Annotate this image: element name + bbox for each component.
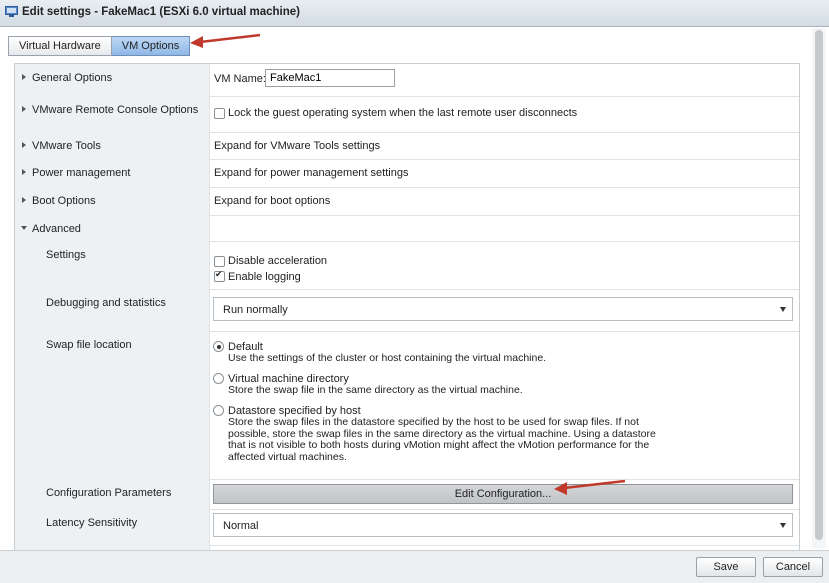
collapse-arrow-icon[interactable] [21, 226, 27, 230]
vm-icon [5, 6, 18, 17]
edit-configuration-button[interactable]: Edit Configuration... [213, 484, 793, 504]
row-configuration-parameters: Configuration Parameters Edit Configurat… [15, 479, 799, 510]
title-bar: Edit settings - FakeMac1 (ESXi 6.0 virtu… [0, 0, 829, 27]
swap-datastore-host-desc-line: affected virtual machines. [228, 450, 347, 463]
general-options-label: General Options [32, 72, 113, 84]
disable-acceleration-checkbox[interactable] [214, 256, 225, 267]
configuration-parameters-label: Configuration Parameters [46, 487, 172, 499]
power-management-label: Power management [32, 167, 131, 179]
enable-logging-checkbox[interactable] [214, 269, 225, 282]
latency-selected-value: Normal [223, 520, 259, 532]
advanced-label: Advanced [32, 223, 81, 235]
row-swap-file-location: Swap file location Default Use the setti… [15, 331, 799, 480]
row-remote-console-options: VMware Remote Console Options Lock the g… [15, 96, 799, 133]
row-latency-sensitivity: Latency Sensitivity Normal [15, 509, 799, 546]
window-title: Edit settings - FakeMac1 (ESXi 6.0 virtu… [22, 6, 301, 18]
vertical-scrollbar[interactable] [812, 28, 826, 548]
remote-console-header[interactable]: VMware Remote Console Options [15, 96, 210, 132]
settings-label: Settings [46, 249, 86, 261]
swap-datastore-host-desc-line: that is not visible to both hosts during… [228, 439, 650, 451]
settings-label-cell: Settings [15, 241, 210, 289]
expand-arrow-icon[interactable] [22, 74, 26, 80]
power-management-header[interactable]: Power management [15, 159, 210, 187]
expand-arrow-icon[interactable] [22, 169, 26, 175]
dialog-footer: Save Cancel [0, 550, 829, 583]
debugging-select[interactable]: Run normally [213, 297, 793, 321]
vm-name-label: VM Name: [214, 73, 266, 85]
dropdown-arrow-icon [780, 307, 786, 312]
enable-logging-label: Enable logging [228, 271, 301, 283]
vm-name-input[interactable] [265, 69, 395, 87]
swap-vm-directory-desc: Store the swap file in the same director… [228, 384, 523, 396]
row-advanced: Advanced [15, 215, 799, 242]
swap-default-radio[interactable] [213, 341, 224, 352]
swap-label-cell: Swap file location [15, 331, 210, 479]
tab-bar: Virtual Hardware VM Options [8, 36, 191, 56]
row-vmware-tools: VMware Tools Expand for VMware Tools set… [15, 132, 799, 160]
boot-options-value: Expand for boot options [214, 195, 331, 207]
remote-console-label: VMware Remote Console Options [32, 104, 199, 116]
config-params-label-cell: Configuration Parameters [15, 479, 210, 509]
expand-arrow-icon[interactable] [22, 197, 26, 203]
swap-default-desc: Use the settings of the cluster or host … [228, 352, 547, 364]
scrollbar-thumb[interactable] [815, 30, 823, 540]
advanced-header[interactable]: Advanced [15, 215, 210, 241]
lock-guest-label: Lock the guest operating system when the… [228, 107, 578, 119]
debugging-label-cell: Debugging and statistics [15, 289, 210, 331]
debugging-label: Debugging and statistics [46, 297, 166, 309]
general-options-header[interactable]: General Options [15, 64, 210, 96]
latency-label-cell: Latency Sensitivity [15, 509, 210, 545]
dropdown-arrow-icon [780, 523, 786, 528]
vmware-tools-value: Expand for VMware Tools settings [214, 140, 381, 152]
row-power-management: Power management Expand for power manage… [15, 159, 799, 188]
row-debugging-statistics: Debugging and statistics Run normally [15, 289, 799, 332]
power-management-value: Expand for power management settings [214, 167, 409, 179]
row-advanced-settings: Settings Disable acceleration Enable log… [15, 241, 799, 290]
annotation-arrow-icon [190, 33, 261, 48]
swap-datastore-host-radio[interactable] [213, 405, 224, 416]
tab-vm-options[interactable]: VM Options [111, 36, 191, 56]
boot-options-header[interactable]: Boot Options [15, 187, 210, 215]
row-general-options: General Options VM Name: [15, 64, 799, 97]
expand-arrow-icon[interactable] [22, 106, 26, 112]
tab-virtual-hardware[interactable]: Virtual Hardware [8, 36, 112, 56]
latency-sensitivity-select[interactable]: Normal [213, 513, 793, 537]
swap-file-location-label: Swap file location [46, 339, 132, 351]
save-button[interactable]: Save [696, 557, 756, 577]
swap-datastore-host-desc-line: Store the swap files in the datastore sp… [228, 416, 639, 428]
disable-acceleration-label: Disable acceleration [228, 255, 328, 267]
annotation-arrow-icon [554, 479, 626, 495]
latency-sensitivity-label: Latency Sensitivity [46, 517, 138, 529]
options-panel: General Options VM Name: VMware Remote C… [14, 63, 800, 551]
row-boot-options: Boot Options Expand for boot options [15, 187, 799, 216]
swap-vm-directory-radio[interactable] [213, 373, 224, 384]
vmware-tools-header[interactable]: VMware Tools [15, 132, 210, 159]
debugging-selected-value: Run normally [223, 304, 288, 316]
lock-guest-checkbox[interactable] [214, 108, 225, 119]
cancel-button[interactable]: Cancel [763, 557, 823, 577]
boot-options-label: Boot Options [32, 195, 96, 207]
expand-arrow-icon[interactable] [22, 142, 26, 148]
vmware-tools-label: VMware Tools [32, 140, 101, 152]
